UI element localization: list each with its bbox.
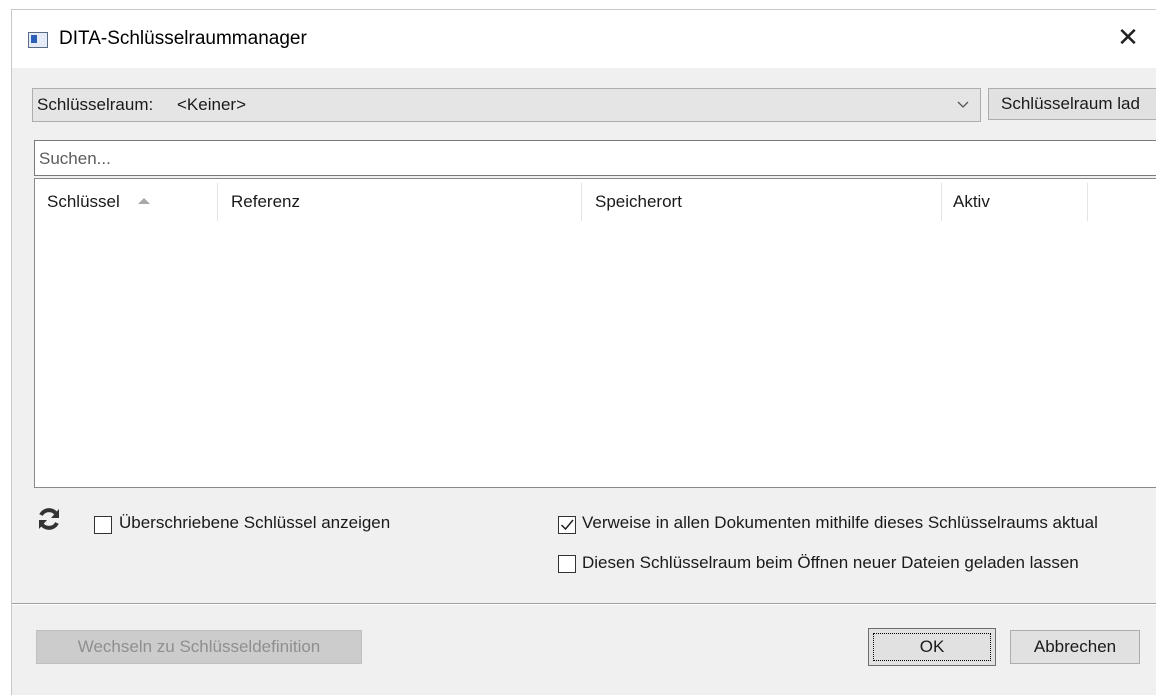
- chevron-down-icon: [956, 98, 970, 112]
- app-window-icon: [28, 32, 48, 48]
- close-icon[interactable]: ✕: [1113, 24, 1143, 54]
- load-keyspace-button[interactable]: Schlüsselraum lad: [988, 88, 1156, 120]
- refresh-icon[interactable]: [36, 506, 62, 532]
- keys-table: Schlüssel Referenz Speicherort Aktiv: [34, 178, 1156, 488]
- keyspace-manager-dialog: DITA-Schlüsselraummanager ✕ Schlüsselrau…: [11, 9, 1156, 695]
- keyspace-dropdown[interactable]: Schlüsselraum: <Keiner>: [32, 88, 981, 122]
- show-overridden-checkbox[interactable]: [94, 516, 112, 534]
- update-references-checkbox[interactable]: [558, 516, 576, 534]
- keyspace-row: Schlüsselraum: <Keiner> Schlüsselraum la…: [12, 88, 1156, 122]
- keep-loaded-checkbox[interactable]: [558, 555, 576, 573]
- update-references-label: Verweise in allen Dokumenten mithilfe di…: [582, 513, 1098, 532]
- sort-ascending-icon: [137, 197, 150, 204]
- show-overridden-label: Überschriebene Schlüssel anzeigen: [119, 513, 391, 532]
- focus-rectangle: [873, 633, 991, 661]
- keyspace-selected-value: <Keiner>: [177, 95, 246, 114]
- column-header-key-label: Schlüssel: [47, 192, 120, 211]
- cancel-button[interactable]: Abbrechen: [1010, 630, 1140, 664]
- search-input[interactable]: Suchen...: [34, 140, 1156, 176]
- column-divider[interactable]: [941, 183, 942, 221]
- window-title: DITA-Schlüsselraummanager: [59, 28, 307, 49]
- column-header-active[interactable]: Aktiv: [953, 179, 990, 225]
- ok-button[interactable]: OK: [868, 628, 996, 666]
- keep-loaded-label: Diesen Schlüsselraum beim Öffnen neuer D…: [582, 553, 1079, 572]
- column-header-reference[interactable]: Referenz: [231, 179, 300, 225]
- column-divider[interactable]: [217, 183, 218, 221]
- column-divider[interactable]: [581, 183, 582, 221]
- column-divider[interactable]: [1087, 183, 1088, 221]
- column-header-key[interactable]: Schlüssel: [47, 179, 150, 225]
- search-placeholder: Suchen...: [39, 149, 111, 168]
- title-bar: DITA-Schlüsselraummanager ✕: [12, 10, 1156, 68]
- checkmark-icon: [560, 519, 574, 531]
- footer-divider-highlight: [12, 604, 1156, 605]
- column-header-location[interactable]: Speicherort: [595, 179, 682, 225]
- switch-to-key-definition-button[interactable]: Wechseln zu Schlüsseldefinition: [36, 630, 362, 664]
- keyspace-label: Schlüsselraum:: [37, 95, 154, 114]
